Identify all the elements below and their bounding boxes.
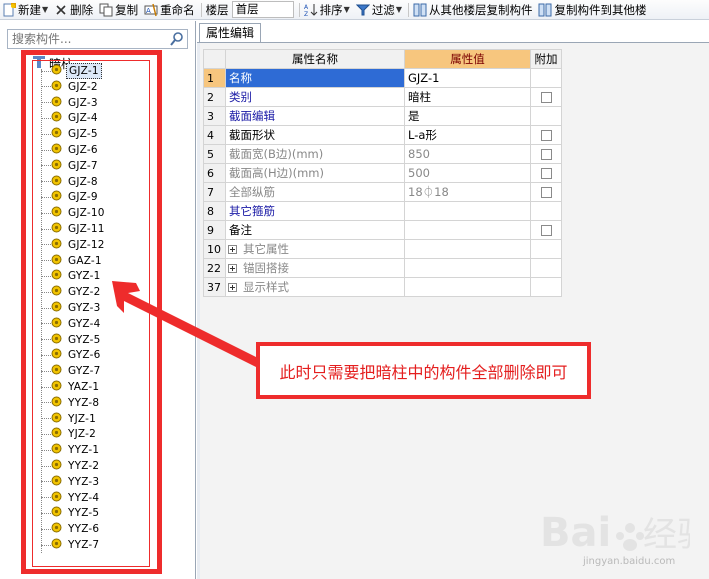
annotation-arrow: [112, 281, 266, 370]
baidu-watermark-logo: Bai 经验: [540, 508, 709, 559]
svg-text:经验: 经验: [643, 515, 690, 555]
watermark-subtext: jingyan.baidu.com: [583, 556, 676, 567]
annotation-note: 此时只需要把暗柱中的构件全部删除即可: [256, 342, 591, 399]
annotation-text: 此时只需要把暗柱中的构件全部删除即可: [279, 362, 568, 382]
svg-text:Bai: Bai: [540, 510, 611, 556]
